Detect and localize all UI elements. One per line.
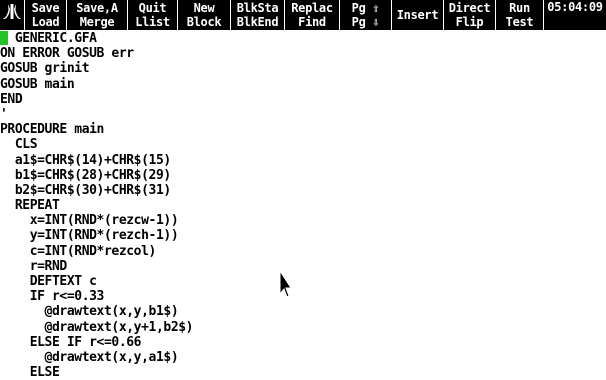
code-line: GOSUB grinit (0, 61, 90, 77)
clock: 05:04:09 (547, 0, 603, 14)
menu-label-bottom: Test (505, 15, 534, 29)
atari-fuji-icon[interactable] (0, 0, 25, 30)
blksta-blkend-button[interactable]: BlkSta BlkEnd (231, 0, 285, 30)
quit-llist-button[interactable]: Quit Llist (128, 0, 178, 30)
code-line: c=INT(RND*rezcol) (0, 243, 157, 259)
code-line: REPEAT (0, 198, 60, 214)
code-editor[interactable]: GENERIC.GFA ON ERROR GOSUB err GOSUB gri… (0, 31, 606, 380)
menu-label-top: Direct (448, 1, 491, 15)
code-line: ON ERROR GOSUB err (0, 46, 134, 62)
code-line: IF r<=0.33 (0, 289, 105, 305)
mouse-pointer-icon (279, 269, 293, 300)
code-line: PROCEDURE main (0, 122, 104, 138)
code-line: r=RND (0, 258, 68, 274)
code-line: x=INT(RND*(rezcw-1)) (0, 213, 179, 229)
menu-label-bottom: Find (298, 15, 326, 29)
menu-label-top: Replac (291, 1, 333, 15)
text-cursor (0, 31, 8, 45)
menu-label-bottom: Load (31, 15, 60, 29)
code-line: @drawtext(x,y,a1$) (0, 349, 179, 365)
menu-label-bottom: Flip (455, 15, 484, 29)
menu-label-bottom: Insert (396, 8, 439, 22)
code-line: ELSE (0, 365, 60, 380)
code-line: b2$=CHR$(30)+CHR$(31) (0, 182, 171, 198)
menu-label-bottom: Pg ⇩ (351, 15, 380, 29)
code-line: @drawtext(x,y,b1$) (0, 304, 179, 320)
code-line: ' (0, 106, 8, 122)
code-line: y=INT(RND*(rezch-1)) (0, 228, 179, 244)
code-line: b1$=CHR$(28)+CHR$(29) (0, 167, 171, 183)
code-line: ELSE IF r<=0.66 (0, 334, 142, 350)
page-up-down-button[interactable]: Pg ⇧ Pg ⇩ (340, 0, 392, 30)
menu-label-bottom: Llist (135, 15, 170, 29)
direct-flip-button[interactable]: Direct Flip (444, 0, 496, 30)
menu-label-bottom: BlkEnd (236, 15, 279, 29)
code-line: GENERIC.GFA (0, 31, 97, 46)
code-line: DEFTEXT c (0, 274, 97, 289)
code-line: CLS (0, 137, 38, 153)
replace-find-button[interactable]: Replac Find (285, 0, 340, 30)
menu-label-bottom: Merge (79, 15, 115, 29)
code-line: GOSUB main (0, 76, 75, 92)
menu-label-top: Quit (138, 1, 167, 15)
menu-label-bottom: Block (186, 15, 222, 29)
menu-label-top: Save,A (76, 1, 118, 15)
menu-label-top: New (193, 1, 215, 15)
menu-label-top: BlkSta (236, 1, 279, 15)
menu-label-top: Pg ⇧ (351, 1, 380, 15)
menu-label-top: Run (509, 1, 530, 15)
menu-bar: Save Load Save,A Merge Quit Llist New Bl… (0, 0, 606, 30)
save-merge-button[interactable]: Save,A Merge (67, 0, 128, 30)
save-load-button[interactable]: Save Load (25, 0, 67, 30)
run-test-button[interactable]: Run Test (496, 0, 544, 30)
code-line: @drawtext(x,y+1,b2$) (0, 319, 194, 335)
code-line: END (0, 91, 23, 107)
insert-button[interactable]: Insert (392, 0, 444, 30)
new-block-button[interactable]: New Block (178, 0, 231, 30)
menu-label-top: Save (31, 1, 60, 15)
code-line: a1$=CHR$(14)+CHR$(15) (0, 152, 171, 168)
